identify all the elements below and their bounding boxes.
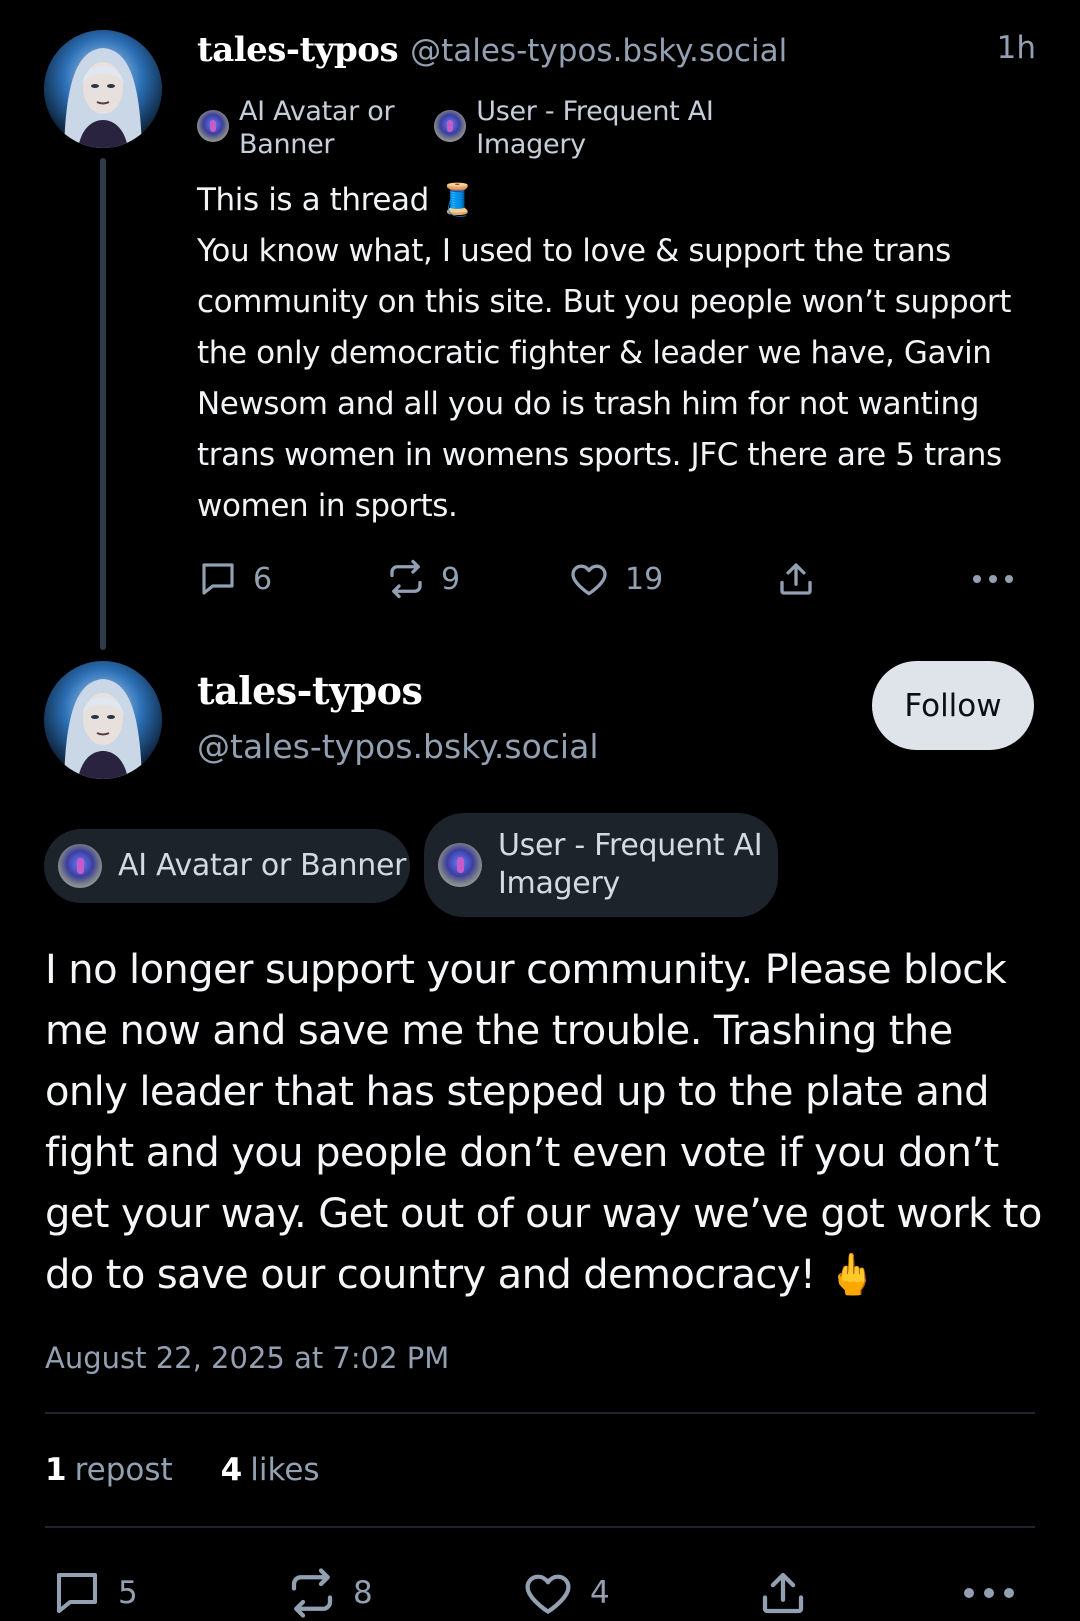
label-ai-avatar-pill[interactable]: AI Avatar or Banner <box>44 829 410 903</box>
avatar[interactable] <box>44 30 162 148</box>
label-text: AI Avatar or Banner <box>239 96 395 160</box>
author-name[interactable]: tales-typos <box>197 668 423 713</box>
like-stat[interactable]: 4 likes <box>221 1452 320 1488</box>
like-stat-label: likes <box>250 1452 320 1488</box>
like-count: 19 <box>625 561 664 597</box>
avatar[interactable] <box>44 661 162 779</box>
more-button[interactable] <box>971 553 1015 605</box>
author-handle[interactable]: @tales-typos.bsky.social <box>197 727 599 766</box>
reply-count: 5 <box>118 1575 138 1611</box>
content-labels: AI Avatar or Banner User - Frequent AI I… <box>197 95 714 161</box>
share-button[interactable] <box>756 1567 810 1619</box>
repost-stat-count: 1 <box>45 1452 67 1488</box>
label-ai-avatar[interactable]: AI Avatar or Banner <box>197 95 395 161</box>
post-time[interactable]: 1h <box>997 30 1036 66</box>
reply-icon <box>56 1572 98 1614</box>
post-header: tales-typos @tales-typos.bsky.social 1h <box>197 30 1040 82</box>
more-button[interactable] <box>962 1567 1016 1619</box>
repost-icon <box>291 1568 333 1618</box>
label-frequent-ai[interactable]: User - Frequent AI Imagery <box>434 95 714 161</box>
repost-icon <box>390 559 422 599</box>
thread-view: tales-typos @tales-typos.bsky.social 1h … <box>0 0 1080 1621</box>
post-timestamp[interactable]: August 22, 2025 at 7:02 PM <box>45 1341 449 1375</box>
share-icon <box>780 563 812 595</box>
repost-count: 8 <box>353 1575 373 1611</box>
like-icon <box>571 564 607 596</box>
reply-count: 6 <box>253 561 273 597</box>
repost-stat[interactable]: 1 repost <box>45 1452 173 1488</box>
post-actions: 5 8 4 <box>50 1567 1040 1621</box>
avatar-image <box>44 30 162 148</box>
label-text: User - Frequent AI Imagery <box>498 828 763 901</box>
like-button[interactable]: 4 <box>520 1567 610 1619</box>
divider <box>45 1412 1035 1414</box>
share-icon <box>762 1572 804 1614</box>
label-badge-icon <box>434 110 467 142</box>
author-handle[interactable]: @tales-typos.bsky.social <box>410 33 787 69</box>
repost-button[interactable]: 8 <box>285 1567 373 1619</box>
repost-count: 9 <box>441 561 461 597</box>
post-text: I no longer support your community. Plea… <box>45 947 1042 1298</box>
label-badge-icon <box>197 110 229 142</box>
follow-button[interactable]: Follow <box>872 661 1034 750</box>
repost-stat-label: repost <box>74 1452 173 1488</box>
divider <box>45 1526 1035 1528</box>
label-text: User - Frequent AI Imagery <box>476 96 714 160</box>
like-button[interactable]: 19 <box>567 553 663 605</box>
reply-button[interactable]: 5 <box>50 1567 138 1619</box>
author-name-block: tales-typos <box>197 668 423 713</box>
reply-icon <box>202 563 234 595</box>
thread-line <box>100 158 106 650</box>
repost-button[interactable]: 9 <box>385 553 460 605</box>
share-button[interactable] <box>775 553 817 605</box>
label-badge-icon <box>438 843 482 887</box>
author-name[interactable]: tales-typos <box>197 30 399 70</box>
more-icon <box>964 1588 1014 1598</box>
more-icon <box>973 575 1013 583</box>
post-actions: 6 9 19 <box>197 553 1021 605</box>
post-text: This is a thread 🧵 You know what, I used… <box>197 182 1011 524</box>
like-icon <box>525 1574 571 1614</box>
like-count: 4 <box>590 1575 610 1611</box>
label-badge-icon <box>58 844 102 888</box>
label-text: AI Avatar or Banner <box>118 848 407 883</box>
label-frequent-ai-pill[interactable]: User - Frequent AI Imagery <box>424 813 778 917</box>
reply-button[interactable]: 6 <box>197 553 272 605</box>
like-stat-count: 4 <box>220 1452 243 1488</box>
avatar-image <box>44 661 162 779</box>
post-stats: 1 repost 4 likes <box>45 1452 320 1488</box>
